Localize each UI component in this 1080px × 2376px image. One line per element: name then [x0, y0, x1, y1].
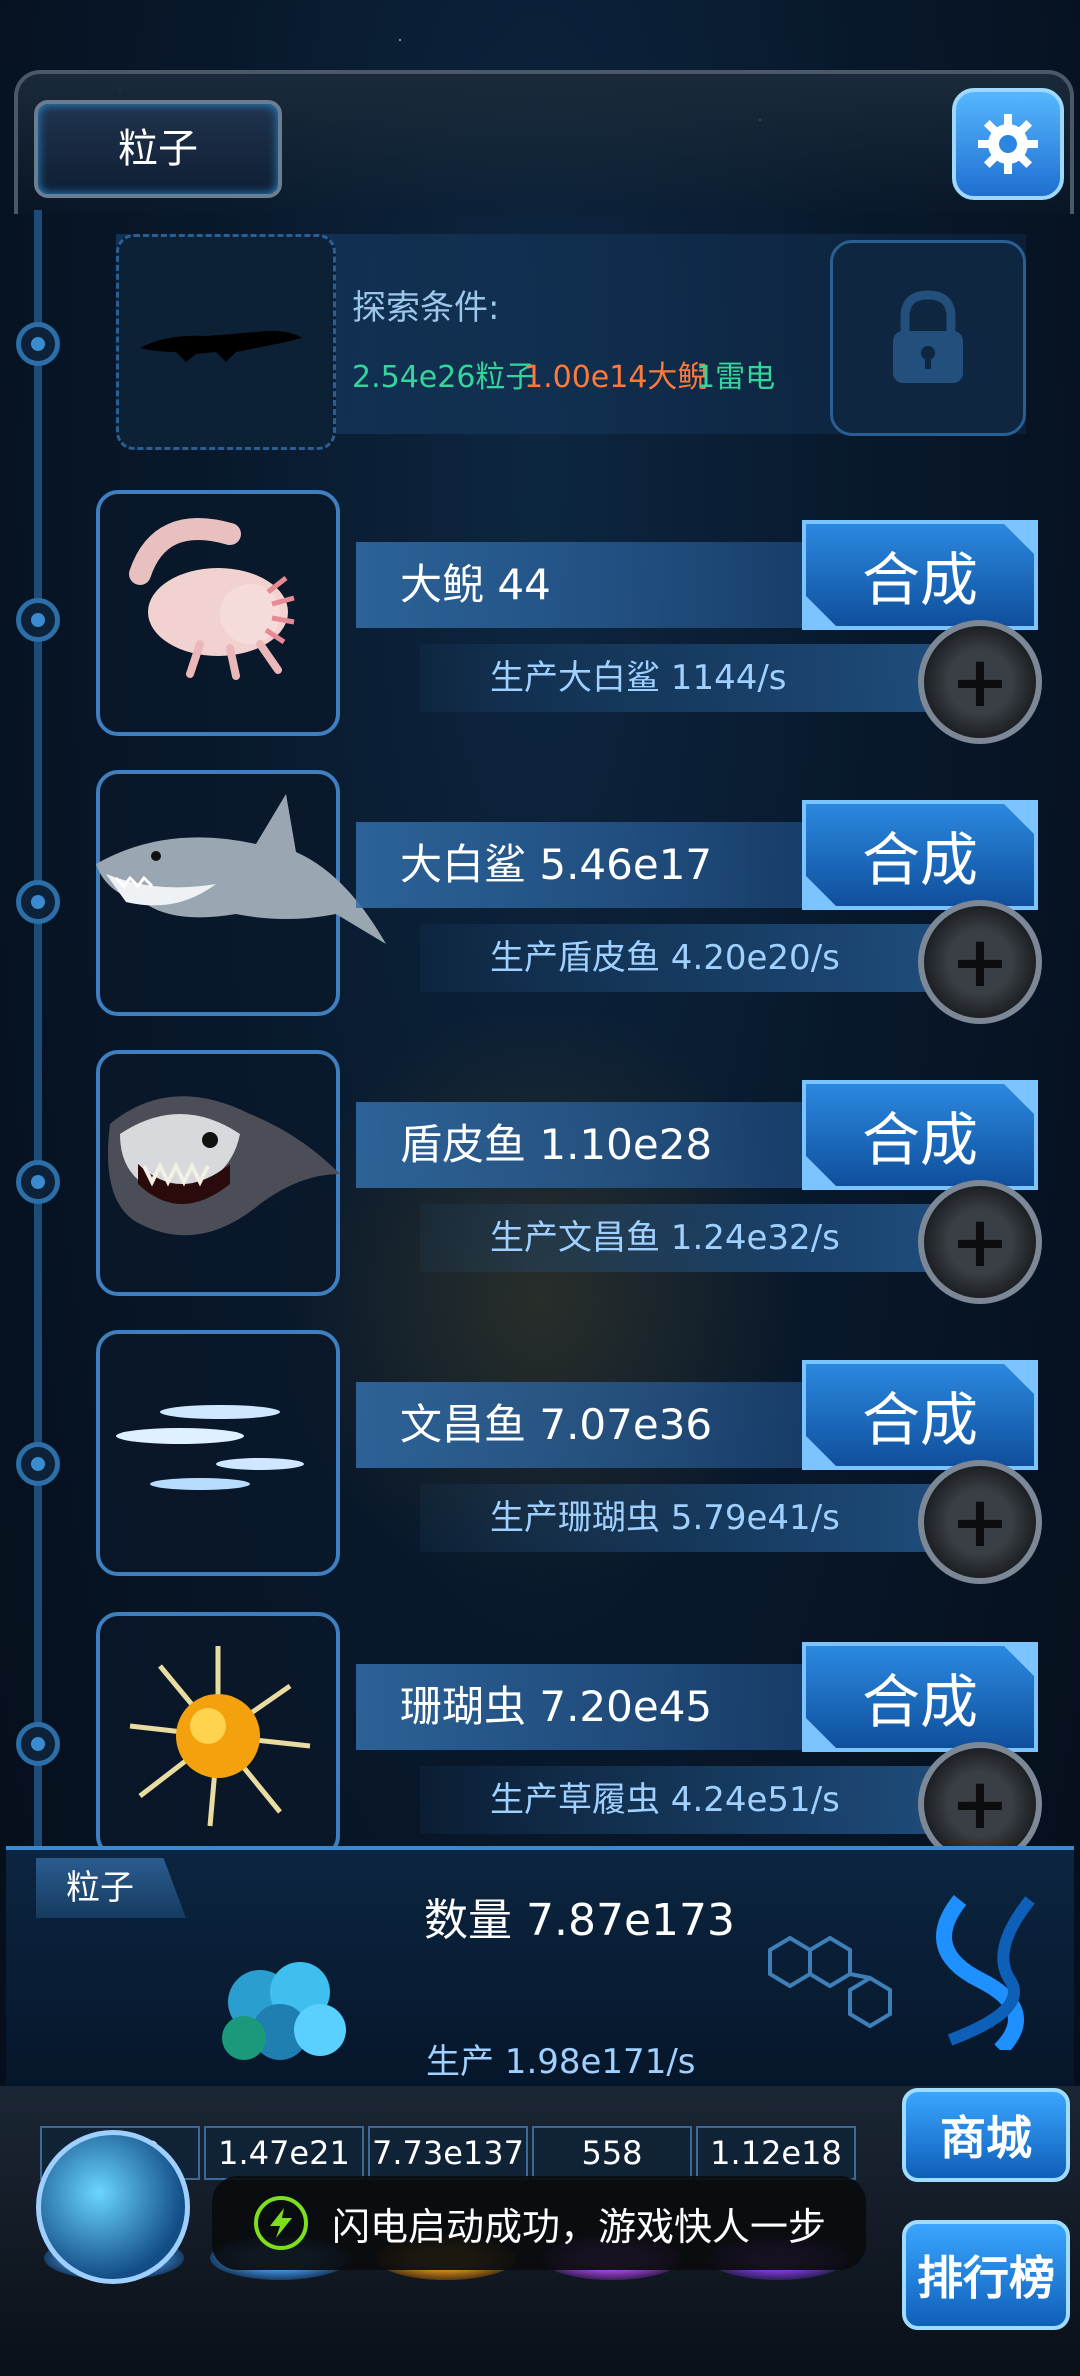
category-tab[interactable]: 粒子 [34, 100, 282, 198]
category-tab-label: 粒子 [118, 126, 198, 172]
creature-name-bar: 珊瑚虫 7.20e45 [356, 1664, 876, 1750]
plus-icon: + [950, 1763, 1010, 1845]
plus-icon: + [950, 921, 1010, 1003]
merge-button[interactable]: 合成 [802, 520, 1038, 630]
creature-production-bar: 生产草履虫 4.24e51/s [420, 1766, 940, 1834]
resource-value: 7.73e137 [368, 2126, 528, 2180]
creature-production-bar: 生产盾皮鱼 4.20e20/s [420, 924, 940, 992]
add-button[interactable]: + [918, 1460, 1042, 1584]
plus-icon: + [950, 1481, 1010, 1563]
particle-production: 生产 1.98e171/s [426, 2042, 696, 2082]
creature-row: 大白鲨 5.46e17 生产盾皮鱼 4.20e20/s 合成 + [0, 770, 1080, 1030]
creature-name-count: 大白鲨 5.46e17 [400, 840, 713, 889]
coral-polyp-icon [129, 1646, 311, 1827]
creature-row: 大鲵 44 生产大白鲨 1144/s 合成 + [0, 490, 1080, 750]
creature-production: 生产珊瑚虫 5.79e41/s [490, 1498, 840, 1538]
side-rail [34, 210, 42, 1850]
merge-button[interactable]: 合成 [802, 1360, 1038, 1470]
condition-particles: 2.54e26粒子 [352, 360, 536, 395]
creature-name-count: 大鲵 44 [400, 560, 551, 609]
creature-name-bar: 文昌鱼 7.07e36 [356, 1382, 876, 1468]
unlock-button[interactable] [830, 240, 1026, 436]
add-button[interactable]: + [918, 1180, 1042, 1304]
add-button[interactable]: + [918, 620, 1042, 744]
merge-label: 合成 [861, 826, 978, 894]
resource-value: 558 [532, 2126, 692, 2180]
creature-thumb[interactable] [96, 1050, 340, 1296]
particle-tab-label: 粒子 [66, 1868, 134, 1908]
creature-name-bar: 大白鲨 5.46e17 [356, 822, 876, 908]
add-button[interactable]: + [918, 900, 1042, 1024]
resource-value: 1.47e21 [204, 2126, 364, 2180]
toast: 闪电启动成功，游戏快人一步 [212, 2176, 866, 2270]
merge-button[interactable]: 合成 [802, 800, 1038, 910]
crocodile-silhouette-icon [140, 330, 302, 362]
creature-thumb[interactable] [96, 490, 340, 736]
particle-tab: 粒子 [36, 1858, 186, 1918]
creature-name-count: 珊瑚虫 7.20e45 [400, 1682, 713, 1731]
creature-production: 生产盾皮鱼 4.20e20/s [490, 938, 840, 978]
creature-name-bar: 大鲵 44 [356, 542, 876, 628]
merge-label: 合成 [861, 1106, 978, 1174]
creature-thumb[interactable] [96, 1330, 340, 1576]
creature-row: 盾皮鱼 1.10e28 生产文昌鱼 1.24e32/s 合成 + [0, 1050, 1080, 1310]
shark-icon [96, 794, 386, 944]
placoderm-icon [108, 1096, 340, 1236]
lock-node-icon [16, 322, 60, 366]
creature-thumb[interactable] [96, 770, 386, 1016]
merge-label: 合成 [861, 1668, 978, 1736]
axolotl-icon [129, 518, 295, 680]
creature-name-count: 文昌鱼 7.07e36 [400, 1400, 713, 1449]
gear-icon [978, 114, 1038, 174]
creature-production: 生产大白鲨 1144/s [490, 658, 787, 698]
creature-production: 生产草履虫 4.24e51/s [490, 1780, 840, 1820]
particle-orb-icon[interactable] [36, 2130, 190, 2284]
lock-icon [893, 290, 963, 383]
creature-name-count: 盾皮鱼 1.10e28 [400, 1120, 713, 1169]
creature-row: 文昌鱼 7.07e36 生产珊瑚虫 5.79e41/s 合成 + [0, 1330, 1080, 1590]
merge-label: 合成 [861, 546, 978, 614]
condition-thunder: 1雷电 [696, 360, 776, 395]
merge-button[interactable]: 合成 [802, 1642, 1038, 1752]
creature-production-bar: 生产文昌鱼 1.24e32/s [420, 1204, 940, 1272]
creature-production-bar: 生产大白鲨 1144/s [420, 644, 940, 712]
lightning-icon [254, 2196, 308, 2250]
lancelet-icon [116, 1405, 304, 1490]
toast-text: 闪电启动成功，游戏快人一步 [332, 2204, 827, 2249]
creature-name-bar: 盾皮鱼 1.10e28 [356, 1102, 876, 1188]
merge-label: 合成 [861, 1386, 978, 1454]
plus-icon: + [950, 1201, 1010, 1283]
particle-cluster-icon [222, 1962, 346, 2060]
particle-count: 数量 7.87e173 [424, 1895, 736, 1946]
condition-salamander: 1.00e14大鲵 [524, 360, 708, 395]
settings-button[interactable] [952, 88, 1064, 200]
molecule-dna-icon [768, 1895, 1035, 2050]
explore-title: 探索条件: [352, 288, 500, 328]
plus-icon: + [950, 641, 1010, 723]
merge-button[interactable]: 合成 [802, 1080, 1038, 1190]
resource-value: 1.12e18 [696, 2126, 856, 2180]
shop-button[interactable]: 商城 [902, 2088, 1070, 2182]
creature-row: 珊瑚虫 7.20e45 生产草履虫 4.24e51/s 合成 + [0, 1612, 1080, 1872]
creature-production: 生产文昌鱼 1.24e32/s [490, 1218, 840, 1258]
creature-production-bar: 生产珊瑚虫 5.79e41/s [420, 1484, 940, 1552]
rank-button[interactable]: 排行榜 [902, 2220, 1070, 2330]
creature-thumb[interactable] [96, 1612, 340, 1858]
